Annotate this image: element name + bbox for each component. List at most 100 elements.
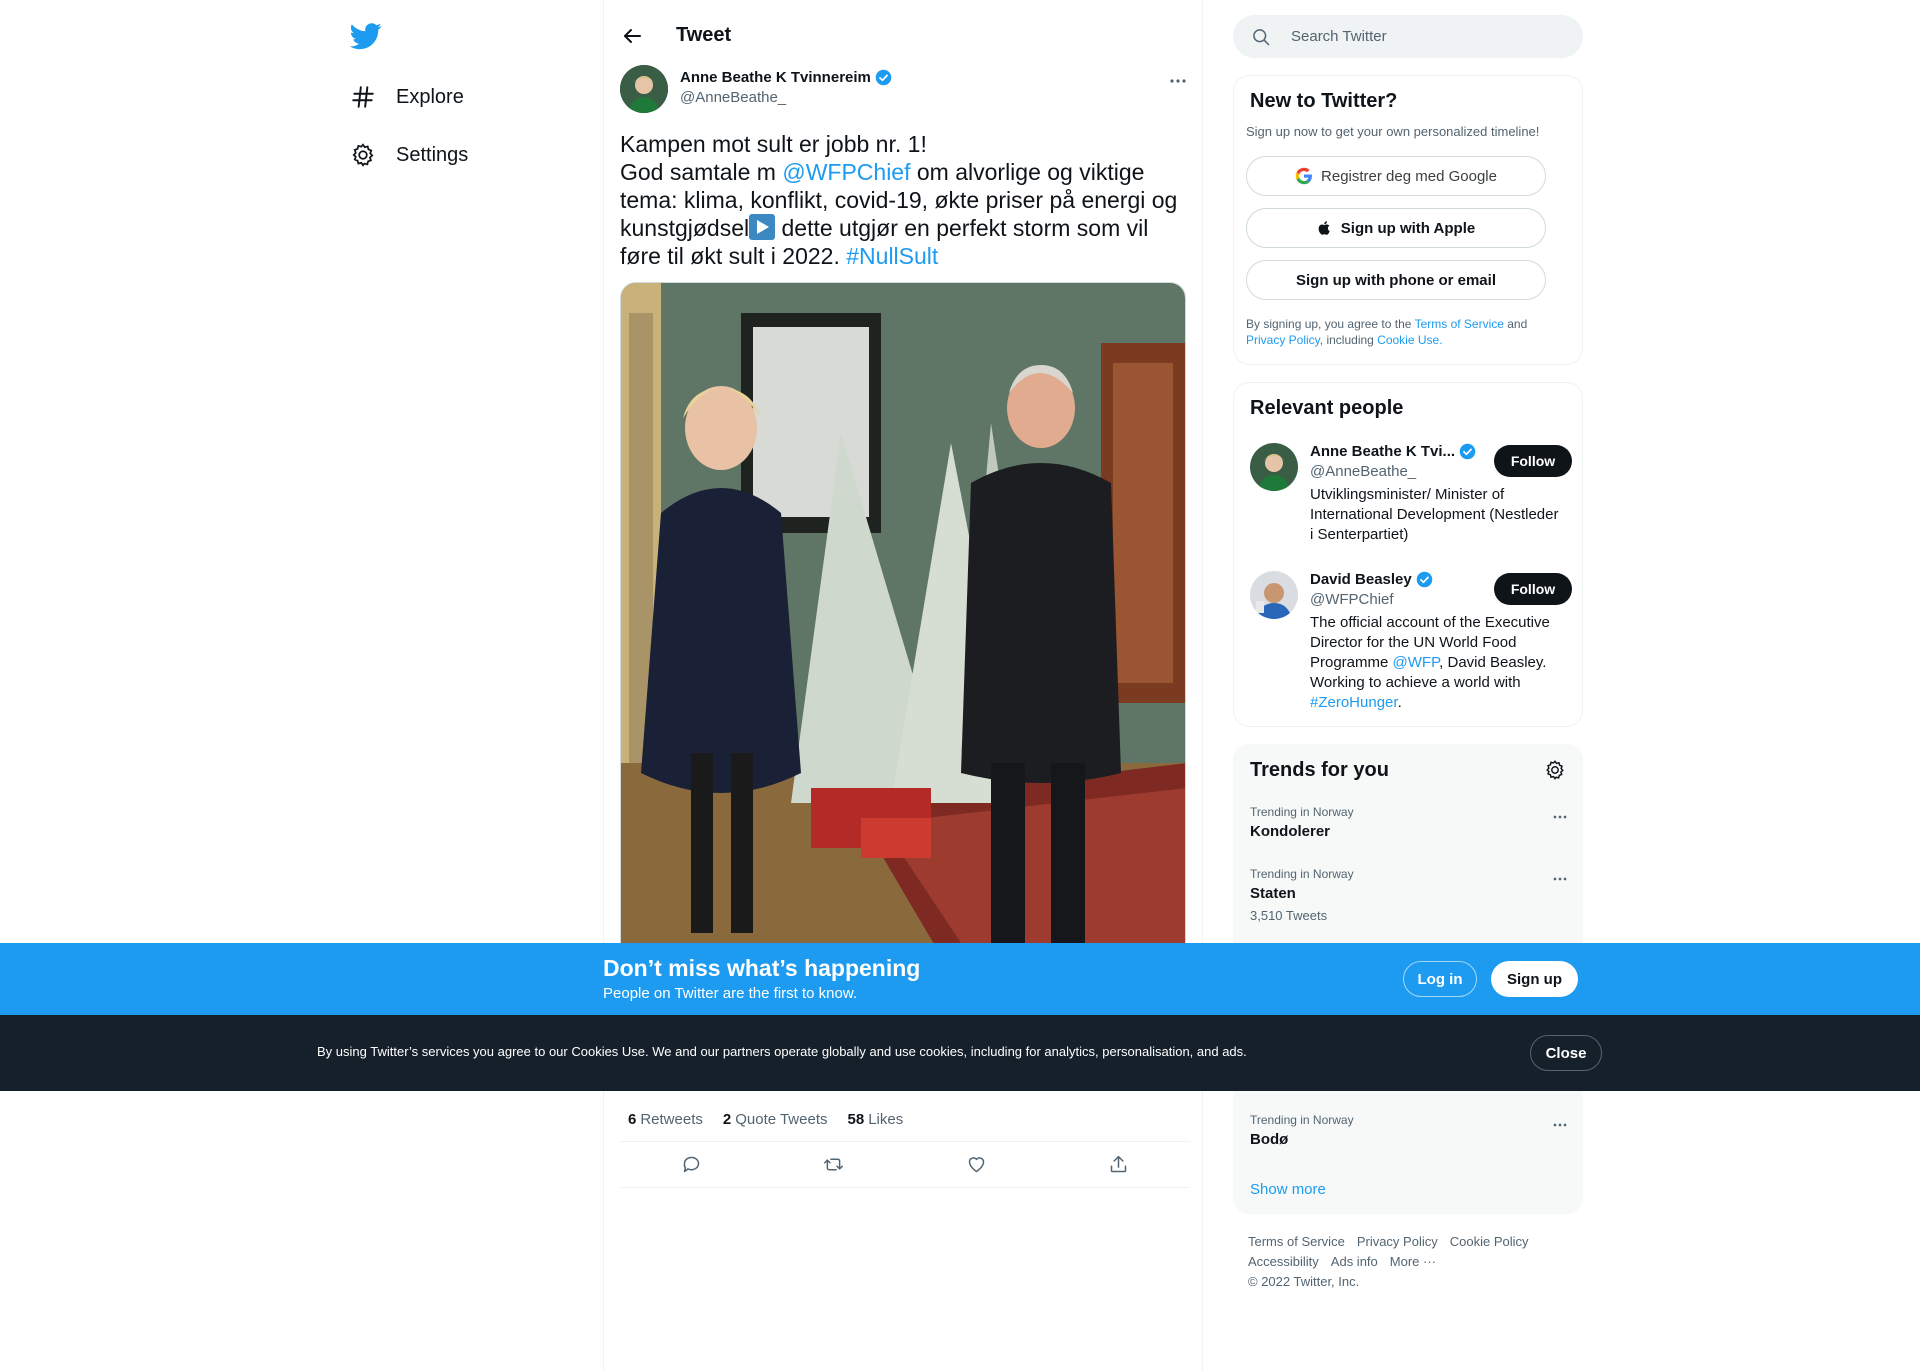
tweet-actions	[620, 1142, 1190, 1188]
footer-link[interactable]: Accessibility	[1248, 1254, 1319, 1269]
author-name: Anne Beathe K Tvinnereim	[680, 69, 871, 86]
twitter-logo-icon[interactable]	[350, 20, 382, 52]
tweet-text-body: God samtale m @WFPChief om alvorlige og …	[620, 158, 1190, 270]
terms-text: and	[1503, 317, 1528, 331]
hashtag-link[interactable]: #NullSult	[846, 243, 938, 269]
person-name: David Beasley	[1310, 571, 1412, 588]
person-bio: The official account of the Executive Di…	[1310, 613, 1560, 713]
trend-context: Trending in Norway	[1250, 805, 1354, 819]
footer-links-row: Accessibility Ads info More ···	[1248, 1252, 1578, 1272]
likes-label: Likes	[868, 1111, 904, 1128]
follow-button[interactable]: Follow	[1494, 573, 1572, 605]
verified-badge-icon	[875, 69, 892, 86]
nav-settings[interactable]: Settings	[350, 135, 468, 175]
quotes-label: Quote Tweets	[735, 1111, 828, 1128]
banner-title: Don’t miss what’s happening	[603, 955, 921, 981]
phone-email-signup-button[interactable]: Sign up with phone or email	[1246, 260, 1546, 300]
gear-icon	[352, 143, 374, 167]
trend-context: Trending in Norway	[1250, 1113, 1354, 1127]
tweet-text: Kampen mot sult er jobb nr. 1! God samta…	[620, 130, 1190, 270]
footer-link[interactable]: Ads info	[1331, 1254, 1378, 1269]
trend-name: Staten	[1250, 885, 1296, 902]
page-title: Tweet	[676, 24, 732, 46]
retweets-label: Retweets	[640, 1111, 703, 1128]
main-column: Tweet Anne Beathe K Tvinnereim @AnneBeat…	[603, 0, 1203, 1371]
more-options-icon[interactable]	[1550, 869, 1570, 889]
avatar[interactable]	[620, 65, 668, 113]
tweet-text-line1: Kampen mot sult er jobb nr. 1!	[620, 131, 927, 157]
likes-stat[interactable]: 58 Likes	[848, 1111, 904, 1128]
more-options-icon[interactable]	[1166, 69, 1190, 93]
tweet-photo[interactable]	[620, 282, 1186, 972]
avatar[interactable]	[1250, 571, 1298, 619]
more-options-icon[interactable]	[1550, 807, 1570, 827]
verified-badge-icon	[1459, 443, 1476, 460]
signup-terms: By signing up, you agree to the Terms of…	[1246, 316, 1566, 348]
retweets-stat[interactable]: 6 Retweets	[628, 1111, 703, 1128]
apple-signup-button[interactable]: Sign up with Apple	[1246, 208, 1546, 248]
like-icon[interactable]	[966, 1154, 987, 1175]
search-icon	[1253, 28, 1270, 45]
cookie-use-link[interactable]: Cookie Use.	[1377, 333, 1442, 347]
follow-button[interactable]: Follow	[1494, 445, 1572, 477]
likes-count: 58	[847, 1111, 865, 1128]
main-header: Tweet	[604, 18, 1202, 54]
signup-banner: Don’t miss what’s happening People on Tw…	[0, 943, 1920, 1015]
bio-text: .	[1397, 694, 1402, 711]
cookie-close-button[interactable]: Close	[1530, 1035, 1602, 1071]
new-to-twitter-subtitle: Sign up now to get your own personalized…	[1246, 124, 1540, 139]
cookie-text: By using Twitter’s services you agree to…	[317, 1044, 1247, 1059]
person-name: Anne Beathe K Tvi...	[1310, 443, 1456, 460]
reply-icon[interactable]	[681, 1154, 702, 1175]
mention-link[interactable]: @WFPChief	[782, 159, 910, 185]
trend-item[interactable]: Trending in Norway Staten 3,510 Tweets	[1250, 867, 1570, 923]
signup-button[interactable]: Sign up	[1491, 961, 1578, 997]
footer-link[interactable]: Cookie Policy	[1450, 1234, 1529, 1249]
apple-logo-icon	[1318, 221, 1330, 235]
login-button[interactable]: Log in	[1403, 961, 1477, 997]
google-logo-icon	[1295, 167, 1312, 185]
share-icon[interactable]	[1108, 1154, 1129, 1175]
footer-link[interactable]: Terms of Service	[1248, 1234, 1345, 1249]
trend-name: Kondolerer	[1250, 823, 1331, 840]
phone-email-signup-label: Sign up with phone or email	[1295, 271, 1496, 289]
relevant-people-card: Relevant people Anne Beathe K Tvi... @An…	[1233, 382, 1583, 727]
trend-context: Trending in Norway	[1250, 867, 1354, 881]
retweet-icon[interactable]	[823, 1154, 844, 1175]
footer-link[interactable]: Privacy Policy	[1357, 1234, 1438, 1249]
footer-more-link[interactable]: More ···	[1390, 1254, 1436, 1269]
nav-settings-label: Settings	[396, 143, 469, 166]
quotes-stat[interactable]: 2 Quote Tweets	[723, 1111, 828, 1128]
gear-icon[interactable]	[1544, 759, 1566, 781]
new-to-twitter-title: New to Twitter?	[1250, 90, 1398, 112]
verified-badge-icon	[1416, 571, 1433, 588]
more-options-icon[interactable]	[1550, 1115, 1570, 1135]
show-more-link[interactable]: Show more	[1250, 1181, 1326, 1198]
new-to-twitter-card: New to Twitter? Sign up now to get your …	[1233, 75, 1583, 365]
search-bar[interactable]	[1233, 15, 1583, 58]
trend-name: Bodø	[1250, 1131, 1289, 1148]
tweet-text-part: God samtale m	[620, 159, 783, 185]
trends-title: Trends for you	[1250, 759, 1389, 781]
nav-explore[interactable]: Explore	[350, 77, 464, 117]
author-name-row[interactable]: Anne Beathe K Tvinnereim	[680, 69, 892, 86]
tweet-author: Anne Beathe K Tvinnereim @AnneBeathe_	[620, 65, 1190, 115]
privacy-policy-link[interactable]: Privacy Policy	[1246, 333, 1320, 347]
trend-item[interactable]: Trending in Norway Bodø	[1250, 1113, 1570, 1148]
google-signup-button[interactable]: Registrer deg med Google	[1246, 156, 1546, 196]
author-handle[interactable]: @AnneBeathe_	[680, 89, 786, 106]
tweet-stats: 6 Retweets 2 Quote Tweets 58 Likes	[620, 1098, 1190, 1142]
zerohunger-hashtag-link[interactable]: #ZeroHunger	[1310, 694, 1398, 711]
back-arrow-icon[interactable]	[620, 24, 644, 48]
wfp-mention-link[interactable]: @WFP	[1393, 654, 1440, 671]
terms-text: , including	[1319, 333, 1378, 347]
footer: Terms of Service Privacy Policy Cookie Pol…	[1248, 1232, 1578, 1292]
person-handle: @AnneBeathe_	[1310, 463, 1417, 480]
apple-signup-label: Sign up with Apple	[1340, 219, 1476, 237]
search-input[interactable]	[1291, 28, 1551, 45]
terms-of-service-link[interactable]: Terms of Service	[1415, 317, 1504, 331]
trend-count: 3,510 Tweets	[1250, 908, 1328, 923]
avatar[interactable]	[1250, 443, 1298, 491]
trend-item[interactable]: Trending in Norway Kondolerer	[1250, 805, 1570, 840]
person-name-row: David Beasley	[1310, 571, 1433, 588]
